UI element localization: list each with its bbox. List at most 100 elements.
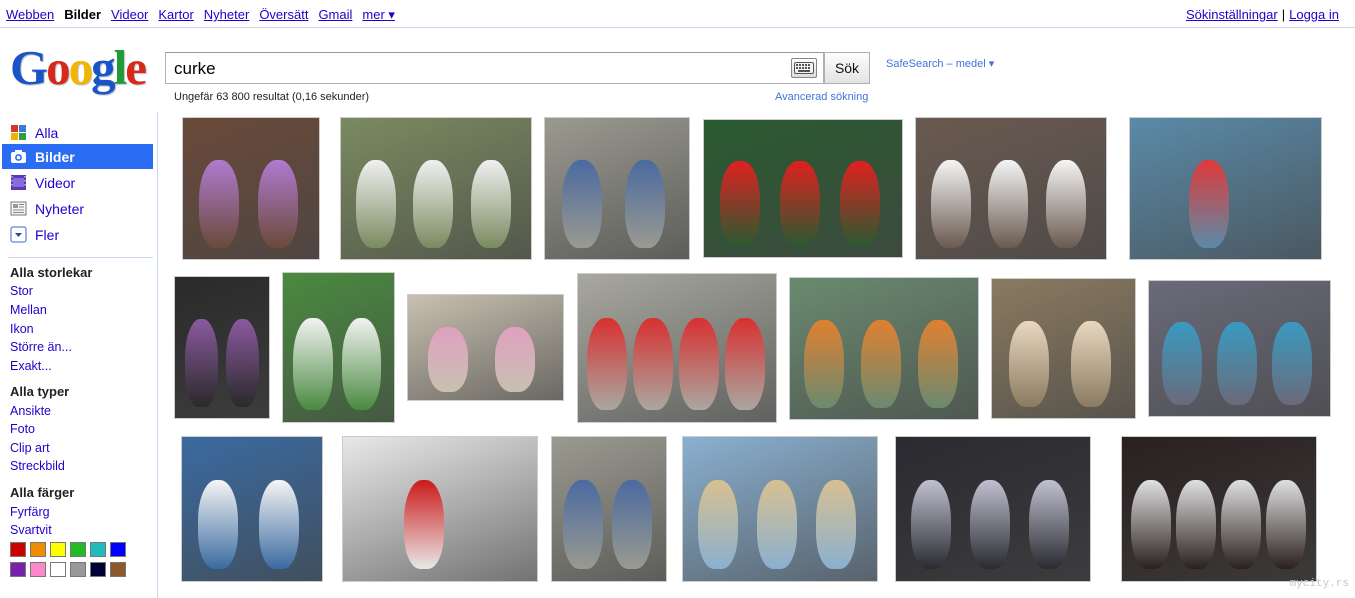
- image-thumbnail[interactable]: [182, 117, 320, 260]
- filter-size-icon[interactable]: Ikon: [10, 322, 34, 336]
- photo-figure: [679, 318, 720, 411]
- camera-icon: [11, 150, 26, 163]
- nav-item-more[interactable]: Fler: [2, 222, 153, 247]
- nav-item-videos[interactable]: Videor: [2, 170, 153, 195]
- google-logo[interactable]: Google: [10, 42, 150, 94]
- filter-type-lineart[interactable]: Streckbild: [10, 459, 65, 473]
- photo-figure: [911, 480, 952, 570]
- newspaper-icon: [10, 201, 27, 216]
- image-thumbnail[interactable]: [789, 277, 979, 420]
- image-thumbnail[interactable]: [1121, 436, 1317, 582]
- photo-figure: [341, 317, 382, 411]
- photo-figure: [470, 160, 511, 248]
- nav-item-label: Bilder: [35, 148, 75, 165]
- filter-size-title[interactable]: Alla storlekar: [10, 265, 92, 280]
- topnav-link-maps[interactable]: Kartor: [158, 7, 193, 23]
- photo-figure: [587, 318, 628, 411]
- top-bar: Webben Bilder Videor Kartor Nyheter Översätt G…: [0, 0, 1355, 28]
- color-swatch[interactable]: [110, 542, 126, 557]
- search-settings-link[interactable]: Sökinställningar: [1186, 7, 1278, 22]
- topnav-link-videos[interactable]: Videor: [111, 7, 148, 23]
- image-thumbnail[interactable]: [407, 294, 564, 401]
- filter-size-large[interactable]: Stor: [10, 284, 33, 298]
- top-right-links: Sökinställningar | Logga in: [1186, 7, 1339, 22]
- topnav-link-news[interactable]: Nyheter: [204, 7, 250, 23]
- filter-type-clipart[interactable]: Clip art: [10, 441, 50, 455]
- keyboard-icon[interactable]: [791, 58, 817, 78]
- image-thumbnail[interactable]: [703, 119, 903, 258]
- filter-color-bw[interactable]: Svartvit: [10, 523, 52, 537]
- filter-size-exact[interactable]: Exakt...: [10, 359, 52, 373]
- photo-figure: [757, 480, 798, 570]
- photo-figure: [562, 160, 603, 248]
- top-navigation: Webben Bilder Videor Kartor Nyheter Översätt G…: [6, 7, 395, 23]
- photo-figure: [698, 480, 739, 570]
- color-swatch[interactable]: [110, 562, 126, 577]
- color-swatch[interactable]: [90, 562, 106, 577]
- topnav-link-translate[interactable]: Översätt: [259, 7, 308, 23]
- photo-figure: [612, 480, 653, 570]
- photo-figure: [1071, 320, 1112, 407]
- nav-divider: [8, 257, 153, 258]
- search-button[interactable]: Sök: [824, 52, 870, 84]
- topnav-link-gmail[interactable]: Gmail: [318, 7, 352, 23]
- nav-item-all[interactable]: Alla: [2, 120, 153, 145]
- image-thumbnail[interactable]: [991, 278, 1136, 419]
- photo-figure: [1220, 480, 1261, 570]
- image-thumbnail[interactable]: [340, 117, 532, 260]
- color-swatch[interactable]: [30, 562, 46, 577]
- filter-type-photo[interactable]: Foto: [10, 422, 35, 436]
- color-swatch[interactable]: [10, 562, 26, 577]
- photo-figure: [1009, 320, 1050, 407]
- photo-figure: [1130, 480, 1171, 570]
- advanced-search-link[interactable]: Avancerad sökning: [775, 91, 868, 103]
- nav-item-images[interactable]: Bilder: [2, 144, 153, 169]
- image-thumbnail[interactable]: [544, 117, 690, 260]
- search-input[interactable]: [174, 59, 774, 79]
- image-thumbnail[interactable]: [577, 273, 777, 423]
- photo-figure: [1045, 160, 1086, 248]
- photo-figure: [918, 320, 959, 408]
- color-swatch[interactable]: [30, 542, 46, 557]
- image-thumbnail[interactable]: [682, 436, 878, 582]
- color-swatch[interactable]: [50, 542, 66, 557]
- filter-size-larger-than[interactable]: Större än...: [10, 340, 72, 354]
- filter-size-medium[interactable]: Mellan: [10, 303, 47, 317]
- photo-figure: [780, 161, 820, 247]
- nav-item-label: Videor: [35, 174, 76, 191]
- photo-figure: [184, 319, 219, 407]
- photo-figure: [930, 160, 971, 248]
- photo-figure: [988, 160, 1029, 248]
- image-thumbnail[interactable]: [1129, 117, 1322, 260]
- topnav-link-more[interactable]: mer ▾: [362, 7, 395, 23]
- photo-figure: [624, 160, 665, 248]
- image-thumbnail[interactable]: [895, 436, 1091, 582]
- color-swatch[interactable]: [90, 542, 106, 557]
- photo-figure: [495, 326, 536, 392]
- filter-type-title[interactable]: Alla typer: [10, 384, 69, 399]
- color-swatch[interactable]: [50, 562, 66, 577]
- safesearch-dropdown[interactable]: SafeSearch – medel ▾: [886, 57, 994, 70]
- photo-figure: [1175, 480, 1216, 570]
- image-thumbnail[interactable]: [282, 272, 395, 423]
- filter-color-full[interactable]: Fyrfärg: [10, 505, 50, 519]
- image-thumbnail[interactable]: [342, 436, 538, 582]
- color-swatch[interactable]: [70, 542, 86, 557]
- filter-type-face[interactable]: Ansikte: [10, 404, 51, 418]
- separator: |: [1281, 7, 1286, 22]
- image-thumbnail[interactable]: [1148, 280, 1331, 417]
- image-thumbnail[interactable]: [181, 436, 323, 582]
- color-swatch[interactable]: [70, 562, 86, 577]
- topnav-link-images[interactable]: Bilder: [64, 7, 101, 23]
- image-thumbnail[interactable]: [174, 276, 270, 419]
- image-thumbnail[interactable]: [551, 436, 667, 582]
- topnav-link-web[interactable]: Webben: [6, 7, 54, 23]
- photo-figure: [293, 317, 333, 411]
- filter-color-title[interactable]: Alla färger: [10, 485, 74, 500]
- photo-figure: [1265, 480, 1306, 570]
- color-swatch[interactable]: [10, 542, 26, 557]
- image-thumbnail[interactable]: [915, 117, 1107, 260]
- photo-figure: [225, 319, 260, 407]
- login-link[interactable]: Logga in: [1289, 7, 1339, 22]
- nav-item-news[interactable]: Nyheter: [2, 196, 153, 221]
